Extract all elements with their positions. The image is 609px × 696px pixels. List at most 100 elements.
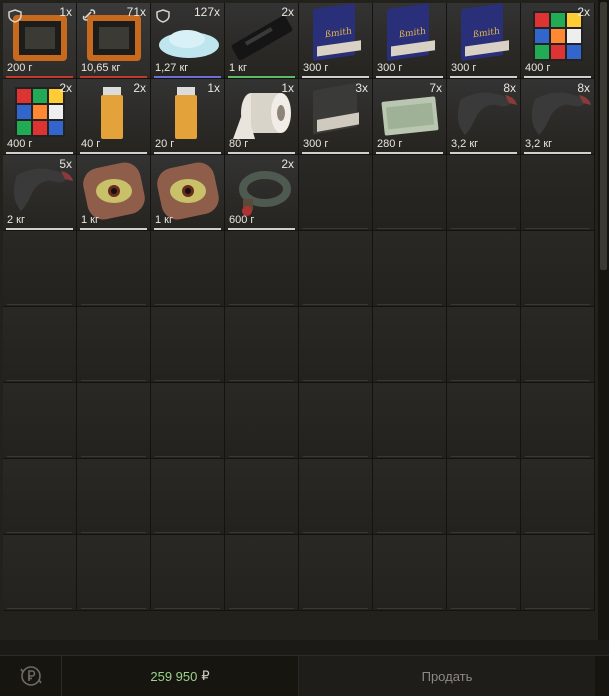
empty-slot[interactable] (447, 535, 521, 611)
item-count: 5x (59, 157, 72, 171)
empty-slot[interactable] (521, 307, 595, 383)
item-weight: 20 г (155, 138, 175, 150)
item-slot-horn-2[interactable]: 8x 3,2 кг (521, 79, 595, 155)
item-weight: 1 кг (229, 62, 247, 74)
empty-slot[interactable] (151, 307, 225, 383)
scrollbar-thumb[interactable] (600, 2, 607, 270)
item-slot-horn-3[interactable]: 5x 2 кг (3, 155, 77, 231)
empty-slot[interactable] (447, 155, 521, 231)
item-slot-powder-pile[interactable]: 127x 1,27 кг (151, 3, 225, 79)
item-weight: 3,2 кг (525, 138, 553, 150)
item-slot-blue-book-2[interactable]: ßmith 300 г (373, 3, 447, 79)
item-weight: 400 г (7, 138, 33, 150)
empty-slot[interactable] (373, 231, 447, 307)
item-count: 2x (59, 81, 72, 95)
item-weight: 80 г (229, 138, 249, 150)
empty-slot[interactable] (151, 383, 225, 459)
empty-slot[interactable] (77, 459, 151, 535)
empty-slot[interactable] (77, 535, 151, 611)
item-count: 127x (193, 5, 220, 19)
sell-button[interactable]: Продать (298, 656, 595, 696)
empty-slot[interactable] (447, 459, 521, 535)
item-weight: 1 кг (155, 214, 173, 226)
empty-slot[interactable] (447, 307, 521, 383)
item-weight: 40 г (81, 138, 101, 150)
item-weight: 10,65 кг (81, 62, 121, 74)
item-slot-dark-book[interactable]: 3x 300 г (299, 79, 373, 155)
item-count: 1x (59, 5, 72, 19)
empty-slot[interactable] (373, 535, 447, 611)
empty-slot[interactable] (373, 307, 447, 383)
empty-slot[interactable] (151, 231, 225, 307)
empty-slot[interactable] (447, 383, 521, 459)
empty-slot[interactable] (225, 535, 299, 611)
item-slot-blue-book[interactable]: ßmith 300 г (299, 3, 373, 79)
item-slot-eye[interactable]: 1 кг (77, 155, 151, 231)
empty-slot[interactable] (77, 231, 151, 307)
empty-slot[interactable] (3, 231, 77, 307)
empty-slot[interactable] (447, 231, 521, 307)
item-count: 2x (281, 157, 294, 171)
currency-toggle-button[interactable] (0, 656, 62, 696)
empty-slot[interactable] (299, 459, 373, 535)
empty-slot[interactable] (373, 459, 447, 535)
item-slot-rubik-cube[interactable]: 2x 400 г (521, 3, 595, 79)
empty-slot[interactable] (299, 383, 373, 459)
empty-slot[interactable] (225, 459, 299, 535)
item-slot-horn[interactable]: 8x 3,2 кг (447, 79, 521, 155)
ruble-refresh-icon (19, 666, 42, 686)
item-count: 71x (126, 5, 146, 19)
inventory-panel: 1x 200 г 71x 10,65 кг 127x 1,27 кг 2x 1 кг ßmith… (0, 0, 598, 640)
item-count: 8x (577, 81, 590, 95)
item-slot-ring-rope[interactable]: 2x 600 г (225, 155, 299, 231)
item-slot-black-case[interactable]: 2x 1 кг (225, 3, 299, 79)
empty-slot[interactable] (299, 307, 373, 383)
footer-bar: 259 950 ₽ Продать (0, 655, 609, 696)
item-slot-tablet-orange-2[interactable]: 71x 10,65 кг (77, 3, 151, 79)
item-slot-lighter[interactable]: 2x 40 г (77, 79, 151, 155)
item-weight: 600 г (229, 214, 255, 226)
empty-slot[interactable] (521, 535, 595, 611)
empty-slot[interactable] (225, 231, 299, 307)
item-weight: 400 г (525, 62, 551, 74)
empty-slot[interactable] (373, 383, 447, 459)
item-slot-lighter-2[interactable]: 1x 20 г (151, 79, 225, 155)
empty-slot[interactable] (3, 535, 77, 611)
empty-slot[interactable] (151, 535, 225, 611)
empty-slot[interactable] (225, 307, 299, 383)
item-weight: 280 г (377, 138, 403, 150)
item-slot-money-stack[interactable]: 7x 280 г (373, 79, 447, 155)
empty-slot[interactable] (521, 231, 595, 307)
total-price: 259 950 ₽ (62, 656, 298, 696)
empty-slot[interactable] (521, 459, 595, 535)
empty-slot[interactable] (77, 307, 151, 383)
item-slot-blue-book-3[interactable]: ßmith 300 г (447, 3, 521, 79)
empty-slot[interactable] (151, 459, 225, 535)
item-slot-toilet-roll[interactable]: 1x 80 г (225, 79, 299, 155)
currency-symbol: ₽ (201, 668, 210, 683)
empty-slot[interactable] (299, 155, 373, 231)
item-count: 1x (281, 81, 294, 95)
empty-slot[interactable] (299, 231, 373, 307)
scrollbar[interactable] (598, 0, 609, 640)
shield-icon (8, 9, 22, 23)
empty-slot[interactable] (373, 155, 447, 231)
empty-slot[interactable] (3, 307, 77, 383)
empty-slot[interactable] (3, 459, 77, 535)
item-weight: 300 г (451, 62, 477, 74)
item-weight: 300 г (303, 138, 329, 150)
item-count: 2x (577, 5, 590, 19)
empty-slot[interactable] (521, 155, 595, 231)
empty-slot[interactable] (77, 383, 151, 459)
shield-icon (156, 9, 170, 23)
inventory-grid: 1x 200 г 71x 10,65 кг 127x 1,27 кг 2x 1 кг ßmith… (3, 3, 595, 611)
item-slot-tablet-orange[interactable]: 1x 200 г (3, 3, 77, 79)
empty-slot[interactable] (299, 535, 373, 611)
empty-slot[interactable] (225, 383, 299, 459)
item-slot-rubik-cube-2[interactable]: 2x 400 г (3, 79, 77, 155)
empty-slot[interactable] (3, 383, 77, 459)
item-weight: 1,27 кг (155, 62, 189, 74)
empty-slot[interactable] (521, 383, 595, 459)
item-slot-eye-2[interactable]: 1 кг (151, 155, 225, 231)
item-count: 2x (281, 5, 294, 19)
